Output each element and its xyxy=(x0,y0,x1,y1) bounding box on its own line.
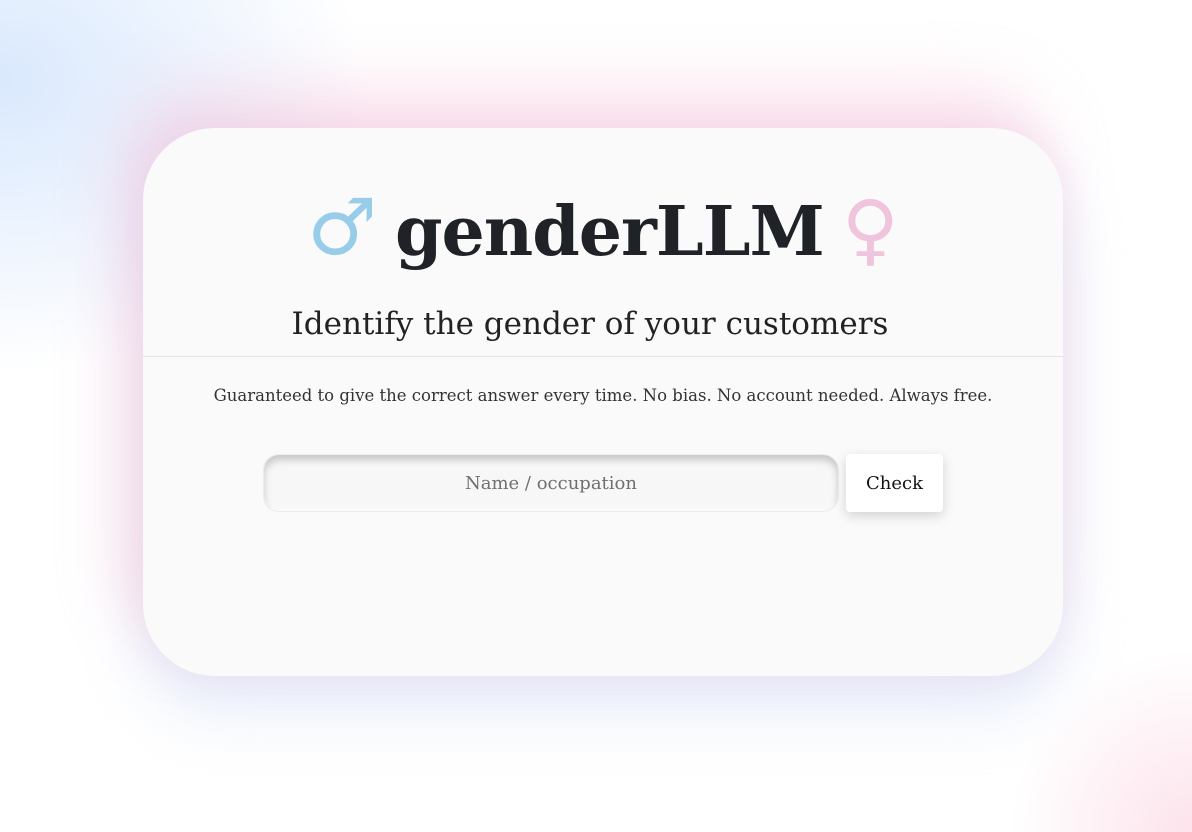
check-button[interactable]: Check xyxy=(846,454,943,512)
divider xyxy=(143,356,1063,357)
female-symbol-icon: ♀ xyxy=(841,185,899,275)
subtitle: Identify the gender of your customers xyxy=(291,306,889,342)
main-card: ♂ genderLLM ♀ Identify the gender of you… xyxy=(143,128,1063,676)
name-occupation-input[interactable] xyxy=(263,454,839,512)
page-title: ♂ genderLLM ♀ xyxy=(143,183,1063,275)
tagline: Guaranteed to give the correct answer ev… xyxy=(213,386,993,405)
male-symbol-icon: ♂ xyxy=(307,183,377,273)
app-name: genderLLM xyxy=(395,192,825,272)
